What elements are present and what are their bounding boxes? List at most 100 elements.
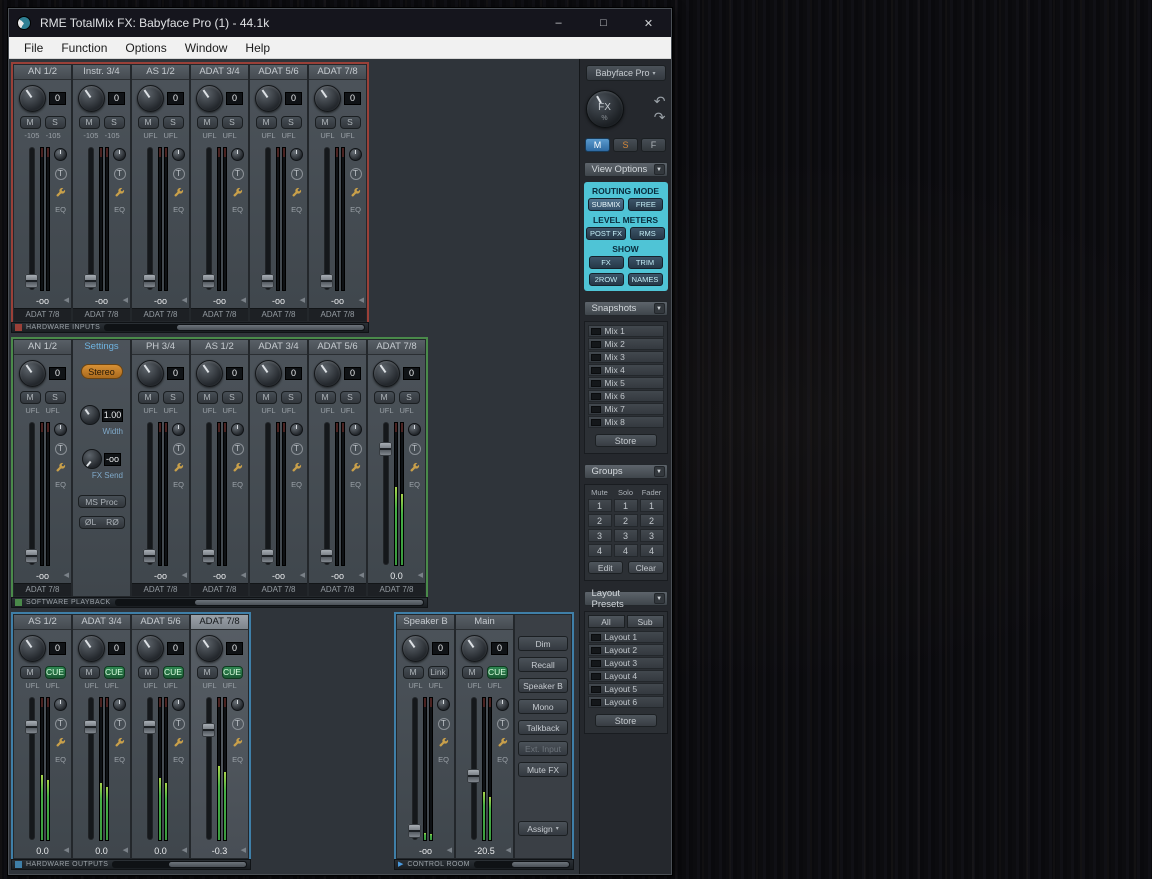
fader-handle[interactable] [143,274,156,289]
layout-all-button[interactable]: All [587,615,625,628]
channel-name[interactable]: AS 1/2 [14,615,71,630]
fader[interactable] [143,146,156,291]
gain-knob[interactable] [137,84,164,112]
fader[interactable] [261,146,274,291]
level-meters-button[interactable]: RMS [629,227,665,240]
fader-group-cell[interactable]: 3 [639,529,664,542]
width-knob[interactable] [79,405,100,425]
wrench-icon[interactable] [497,737,508,748]
mute-button[interactable]: M [461,666,483,679]
device-selector[interactable]: Babyface Pro ▾ [585,65,666,81]
layout-store-button[interactable]: Store [594,714,657,727]
collapse-arrow-icon[interactable]: ◀ [182,297,187,305]
trim-button[interactable]: T [54,718,67,730]
groups-header[interactable]: Groups ▼ [583,464,668,479]
solo-group-cell[interactable]: 3 [613,529,638,542]
layout-preset-item[interactable]: Layout 4 [587,670,664,682]
group-master-button[interactable]: S [613,138,638,152]
wrench-icon[interactable] [114,737,125,748]
mute-button[interactable]: M [137,116,159,129]
chevron-down-icon[interactable]: ▼ [653,303,665,314]
channel-strip[interactable]: ADAT 7/8 0 M S UFL UFL [367,339,426,597]
channel-assign[interactable]: ADAT 7/8 [368,583,425,596]
menu-item[interactable]: Options [116,39,175,57]
control-room-button[interactable]: Speaker B [518,678,568,693]
trim-button[interactable]: T [437,718,450,730]
channel-assign[interactable]: ADAT 7/8 [250,583,307,596]
trim-button[interactable]: T [408,443,421,455]
fader[interactable] [320,146,333,291]
snapshots-header[interactable]: Snapshots ▼ [583,301,668,316]
channel-name[interactable]: Main [456,615,513,630]
fader[interactable] [202,146,215,291]
channel-strip[interactable]: ADAT 5/6 0 M CUE UFL UFL T EQ 0.0 ◀ [131,614,190,859]
wrench-icon[interactable] [55,737,66,748]
wrench-icon[interactable] [291,187,302,198]
mute-button[interactable]: M [255,391,277,404]
mute-button[interactable]: M [314,391,336,404]
phase-right-button[interactable]: RØ [102,517,124,528]
channel-strip[interactable]: ADAT 7/8 0 M S UFL UFL [308,64,367,322]
channel-strip[interactable]: ADAT 5/6 0 M S UFL UFL T EQ -oo ◀ ADAT 7… [308,339,367,597]
solo-button[interactable]: S [280,391,302,404]
gain-knob[interactable] [19,359,46,387]
snapshot-item[interactable]: Mix 1 [587,325,664,337]
wrench-icon[interactable] [173,737,184,748]
groups-clear-button[interactable]: Clear [628,561,664,574]
channel-strip[interactable]: Speaker B 0 M Link UFL UFL T EQ -oo ◀ [396,614,455,859]
pan-knob[interactable] [54,148,67,161]
channel-strip[interactable]: Instr. 3/4 0 M S -105 -105 T EQ -oo ◀ AD… [72,64,131,322]
snapshot-item[interactable]: Mix 7 [587,403,664,415]
layout-preset-item[interactable]: Layout 3 [587,657,664,669]
mute-group-cell[interactable]: 3 [587,529,612,542]
trim-button[interactable]: T [349,168,362,180]
fader[interactable] [202,421,215,566]
fader[interactable] [84,696,97,841]
channel-name[interactable]: ADAT 3/4 [73,615,130,630]
trim-button[interactable]: T [172,168,185,180]
channel-strip[interactable]: ADAT 3/4 0 M S UFL UFL T EQ -oo ◀ ADAT 7… [249,339,308,597]
mute-button[interactable]: M [255,116,277,129]
channel-strip[interactable]: AS 1/2 0 M S UFL UFL T EQ -oo ◀ ADAT 7/8 [190,339,249,597]
snapshot-item[interactable]: Mix 5 [587,377,664,389]
channel-assign[interactable]: ADAT 7/8 [132,583,189,596]
group-master-button[interactable]: F [641,138,666,152]
channel-assign[interactable]: ADAT 7/8 [250,308,307,321]
wrench-icon[interactable] [173,462,184,473]
trim-button[interactable]: T [113,718,126,730]
trim-button[interactable]: T [172,443,185,455]
solo-button[interactable]: S [339,391,361,404]
fx-knob[interactable]: FX % [585,90,624,128]
cue-button[interactable]: CUE [44,666,66,679]
pan-knob[interactable] [113,148,126,161]
channel-name[interactable]: ADAT 7/8 [309,65,366,80]
channel-name[interactable]: PH 3/4 [132,340,189,355]
mute-button[interactable]: M [137,666,159,679]
channel-assign[interactable]: ADAT 7/8 [309,308,366,321]
gain-knob[interactable] [196,84,223,112]
pan-knob[interactable] [408,423,421,436]
mute-button[interactable]: M [314,116,336,129]
solo-button[interactable]: S [44,116,66,129]
gain-knob[interactable] [78,634,105,662]
fader-handle[interactable] [408,824,421,839]
solo-group-cell[interactable]: 1 [613,499,638,512]
undo-icon[interactable]: ↶ [654,94,666,108]
fader-handle[interactable] [202,549,215,564]
menu-item[interactable]: Function [52,39,116,57]
collapse-arrow-icon[interactable]: ◀ [300,297,305,305]
horizontal-scrollbar[interactable] [104,324,365,331]
collapse-arrow-icon[interactable]: ◀ [64,572,69,580]
channel-strip[interactable]: AS 1/2 0 M S UFL UFL T EQ -oo ◀ ADAT 7/8 [131,64,190,322]
horizontal-scrollbar[interactable] [112,861,247,868]
channel-strip[interactable]: AS 1/2 0 M CUE UFL UFL T EQ 0.0 ◀ [13,614,72,859]
mute-button[interactable]: M [78,666,100,679]
channel-strip[interactable]: AN 1/2 0 M S -105 -105 T EQ -oo ◀ ADAT 7… [13,64,72,322]
fader-handle[interactable] [84,719,97,734]
fader-handle[interactable] [25,549,38,564]
snapshot-store-button[interactable]: Store [594,434,657,447]
pan-knob[interactable] [349,148,362,161]
channel-name[interactable]: ADAT 3/4 [250,340,307,355]
stereo-button[interactable]: Stereo [80,364,123,379]
wrench-icon[interactable] [232,187,243,198]
